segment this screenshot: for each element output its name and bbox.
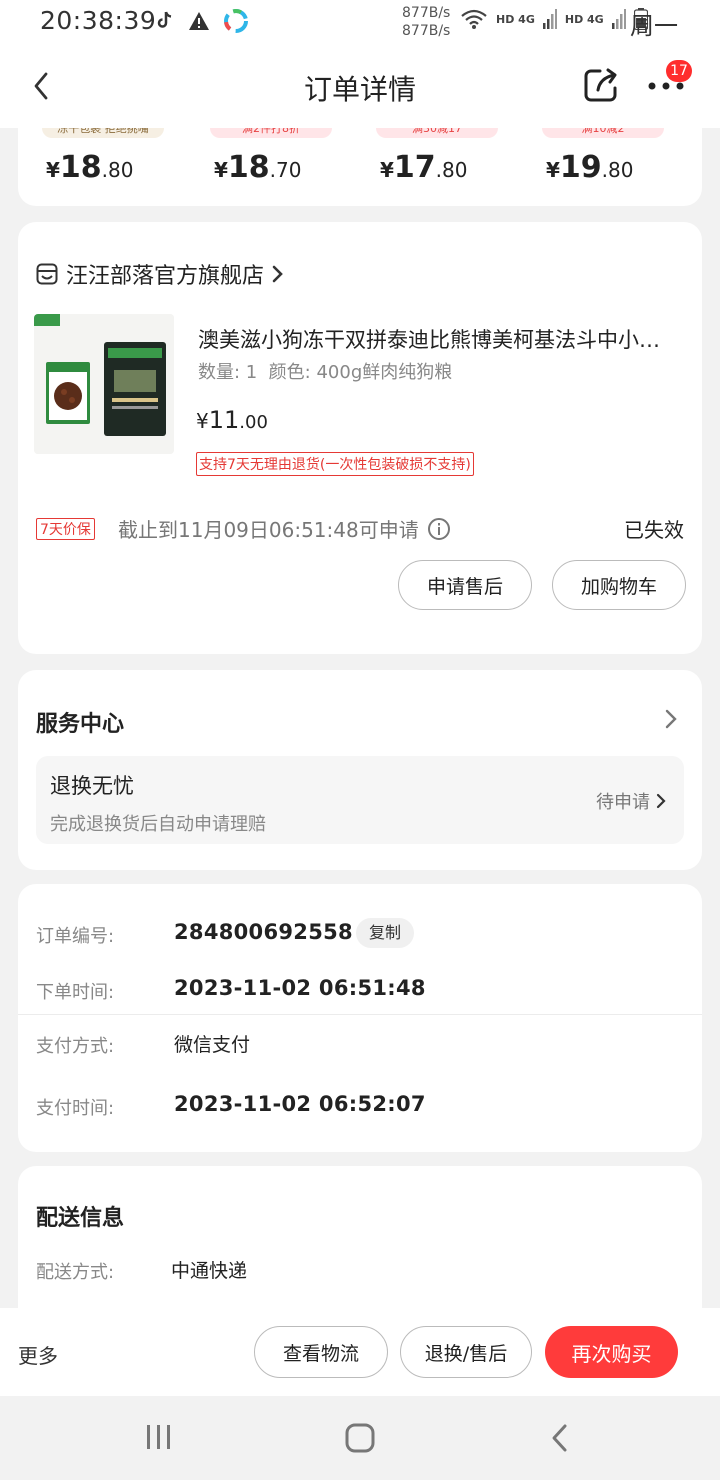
warning-icon xyxy=(189,12,209,30)
share-icon[interactable] xyxy=(582,66,620,104)
dog-food-package-image xyxy=(34,314,174,454)
return-after-sale-button[interactable]: 退换/售后 xyxy=(400,1326,532,1378)
signal-icon-2 xyxy=(611,9,626,29)
recommend-price: ¥18.70 xyxy=(214,150,302,185)
price-protect-tag: 7天价保 xyxy=(36,518,95,540)
service-center-title: 服务中心 xyxy=(36,712,125,737)
service-item-desc: 完成退换货后自动申请理赔 xyxy=(50,814,266,835)
status-right-icons: HD 4G HD 4G xyxy=(460,8,648,30)
product-image[interactable] xyxy=(34,314,174,454)
shop-icon xyxy=(36,263,58,285)
system-navigation-bar xyxy=(0,1396,720,1480)
order-time: 2023-11-02 06:51:48 xyxy=(174,976,426,1000)
payment-method-label: 支付方式: xyxy=(36,1036,115,1057)
apply-after-sale-button[interactable]: 申请售后 xyxy=(398,560,532,610)
recommend-tag: 满2件打8折 xyxy=(210,128,332,138)
tiktok-icon xyxy=(157,11,172,28)
service-item-status: 待申请 xyxy=(596,788,666,814)
order-info-card: 订单编号: 284800692558 复制 下单时间: 2023-11-02 0… xyxy=(18,884,702,1152)
product-title[interactable]: 澳美滋小狗冻干双拼泰迪比熊博美柯基法斗中小型犬 xyxy=(198,324,678,354)
order-number-label: 订单编号: xyxy=(36,926,115,947)
delivery-info-card: 配送信息 配送方式: 中通快递 xyxy=(18,1166,702,1326)
recommend-item[interactable]: 满2件打8折 ¥18.70 xyxy=(200,128,340,206)
recommend-tag: 满30减17 xyxy=(376,128,498,138)
recommend-item[interactable]: 冻干包裹 拒绝挑嘴 ¥18.80 xyxy=(32,128,172,206)
recommend-item[interactable]: 满10减2 ¥19.80 xyxy=(532,128,672,206)
status-bar: 20:38:39 877B/s 877B/s HD 4G HD 4G 周一 xyxy=(0,0,720,44)
signal-icon xyxy=(542,9,557,29)
bottom-action-bar: 更多 查看物流 退换/售后 再次购买 xyxy=(0,1308,720,1396)
order-number: 284800692558 xyxy=(174,920,353,944)
recent-apps-icon[interactable] xyxy=(144,1422,174,1452)
chevron-right-icon xyxy=(656,793,666,809)
chevron-right-icon[interactable] xyxy=(664,708,678,730)
shop-name: 汪汪部落官方旗舰店 xyxy=(66,264,265,289)
payment-time-label: 支付时间: xyxy=(36,1098,115,1119)
chevron-right-icon xyxy=(272,265,283,283)
home-icon[interactable] xyxy=(344,1422,376,1454)
refund-policy-tag: 支持7天无理由退货(一次性包装破损不支持) xyxy=(196,452,474,476)
recommend-price: ¥17.80 xyxy=(380,150,468,185)
delivery-method: 中通快递 xyxy=(171,1260,248,1282)
copy-order-number-button[interactable]: 复制 xyxy=(356,918,414,948)
recommend-item[interactable]: 满30减17 ¥17.80 xyxy=(366,128,506,206)
return-worry-free-item[interactable]: 退换无忧 完成退换货后自动申请理赔 待申请 xyxy=(36,756,684,844)
status-weekday: 周一 xyxy=(630,12,678,40)
recommend-tag: 冻干包裹 拒绝挑嘴 xyxy=(42,128,164,138)
recommend-price-strip: 冻干包裹 拒绝挑嘴 ¥18.80 满2件打8折 ¥18.70 满30减17 ¥1… xyxy=(18,128,702,206)
order-product-card: 汪汪部落官方旗舰店 澳美滋小狗冻干双拼泰迪比熊博美柯基法斗中小型犬 数量: 1 … xyxy=(18,222,702,654)
recommend-price: ¥19.80 xyxy=(546,150,634,185)
service-item-name: 退换无忧 xyxy=(50,774,134,798)
system-back-icon[interactable] xyxy=(548,1422,572,1454)
signal-label-2: HD 4G xyxy=(564,12,604,26)
service-center-card: 服务中心 退换无忧 完成退换货后自动申请理赔 待申请 xyxy=(18,670,702,870)
price-protect-status: 已失效 xyxy=(624,518,684,542)
product-price: ¥11.00 xyxy=(196,406,268,434)
recommend-tag: 满10减2 xyxy=(542,128,664,138)
delivery-method-label: 配送方式: xyxy=(36,1262,115,1283)
nav-bar: 订单详情 17 xyxy=(0,44,720,128)
message-count-badge: 17 xyxy=(666,60,692,82)
info-icon[interactable] xyxy=(427,517,451,541)
status-notification-icons xyxy=(156,9,248,33)
more-actions-link[interactable]: 更多 xyxy=(18,1340,58,1369)
product-spec: 数量: 1 颜色: 400g鲜肉纯狗粮 xyxy=(198,362,453,383)
wifi-icon xyxy=(461,9,487,29)
payment-method: 微信支付 xyxy=(174,1034,251,1056)
status-time: 20:38:39 xyxy=(40,6,157,35)
signal-label-1: HD 4G xyxy=(496,12,535,26)
shop-link[interactable]: 汪汪部落官方旗舰店 xyxy=(36,258,284,290)
order-time-label: 下单时间: xyxy=(36,982,115,1003)
app-logo-icon xyxy=(224,9,248,33)
payment-time: 2023-11-02 06:52:07 xyxy=(174,1092,426,1116)
network-speed: 877B/s 877B/s xyxy=(402,5,451,39)
delivery-title: 配送信息 xyxy=(36,1206,125,1231)
recommend-price: ¥18.80 xyxy=(46,150,134,185)
buy-again-button[interactable]: 再次购买 xyxy=(545,1326,678,1378)
add-to-cart-button[interactable]: 加购物车 xyxy=(552,560,686,610)
divider xyxy=(18,1014,702,1015)
price-protect-deadline: 截止到11月09日06:51:48可申请 xyxy=(118,514,451,543)
view-logistics-button[interactable]: 查看物流 xyxy=(254,1326,388,1378)
